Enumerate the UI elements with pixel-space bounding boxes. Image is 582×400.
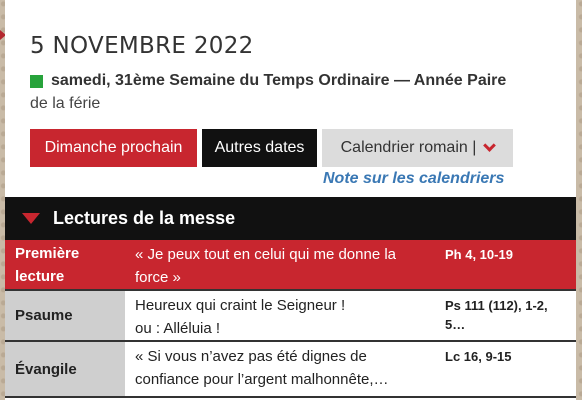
- psalm-refrain: Heureux qui craint le Seigneur !: [135, 297, 346, 314]
- reading-row-psalm[interactable]: Psaume Heureux qui craint le Seigneur ! …: [5, 291, 576, 342]
- collapse-triangle-icon: [22, 213, 40, 224]
- roman-calendar-dropdown[interactable]: Calendrier romain |: [322, 129, 513, 167]
- reading-label: Première lecture: [5, 240, 125, 289]
- reading-text[interactable]: « Si vous n’avez pas été dignes de confi…: [125, 342, 439, 396]
- readings-section-header[interactable]: Lectures de la messe: [5, 197, 576, 240]
- reading-text[interactable]: Heureux qui craint le Seigneur ! ou : Al…: [125, 291, 439, 340]
- day-description: samedi, 31ème Semaine du Temps Ordinaire…: [51, 72, 507, 89]
- page-title: 5 NOVEMBRE 2022: [30, 33, 254, 59]
- other-dates-label: Autres dates: [214, 139, 305, 156]
- day-subtitle: de la férie: [30, 95, 101, 112]
- reading-row-first[interactable]: Première lecture « Je peux tout en celui…: [5, 240, 576, 291]
- liturgical-color-square-icon: [30, 74, 43, 88]
- reading-label: Psaume: [5, 291, 125, 340]
- reading-row-gospel[interactable]: Évangile « Si vous n’avez pas été dignes…: [5, 342, 576, 398]
- readings-title: Lectures de la messe: [53, 208, 236, 228]
- reading-label: Évangile: [5, 342, 125, 396]
- reading-reference: Ps 111 (112), 1-2, 5…: [445, 298, 548, 332]
- reading-reference: Lc 16, 9-15: [445, 349, 512, 364]
- readings-table: Première lecture « Je peux tout en celui…: [5, 240, 576, 398]
- liturgical-day: samedi, 31ème Semaine du Temps Ordinaire…: [30, 72, 506, 90]
- next-sunday-label: Dimanche prochain: [44, 139, 183, 156]
- calendar-note-link[interactable]: Note sur les calendriers: [323, 170, 504, 188]
- day-card: 5 NOVEMBRE 2022 samedi, 31ème Semaine du…: [5, 0, 576, 400]
- chevron-down-icon: [483, 139, 497, 152]
- roman-calendar-label: Calendrier romain |: [340, 139, 477, 156]
- reading-text[interactable]: « Je peux tout en celui qui me donne la …: [125, 240, 439, 289]
- psalm-refrain-alt: ou : Alléluia !: [135, 320, 221, 337]
- next-sunday-button[interactable]: Dimanche prochain: [30, 129, 197, 167]
- other-dates-button[interactable]: Autres dates: [202, 129, 317, 167]
- reading-reference: Ph 4, 10-19: [445, 247, 513, 262]
